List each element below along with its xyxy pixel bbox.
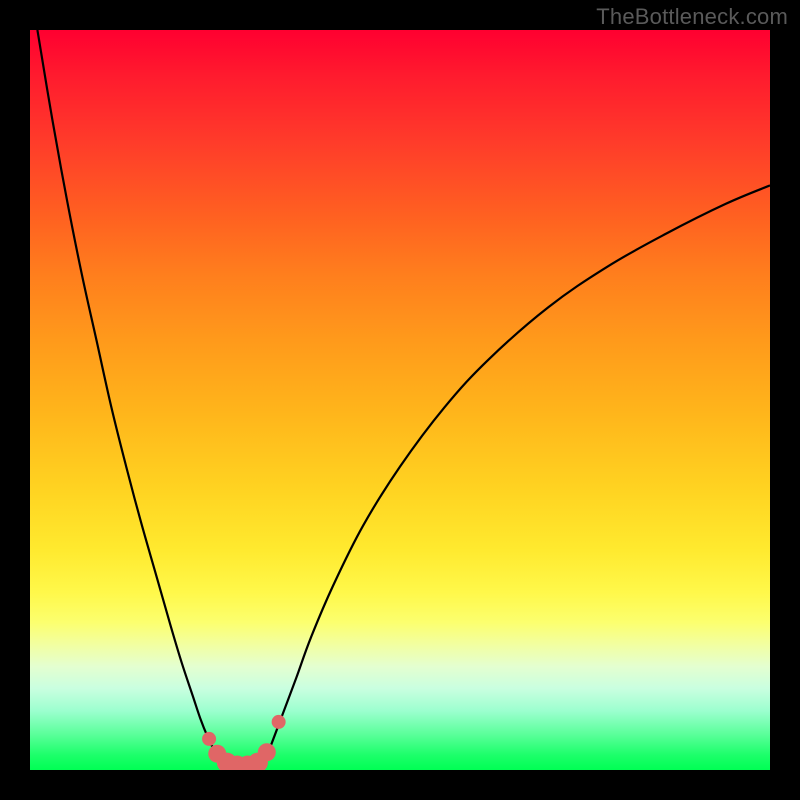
series-right-branch xyxy=(259,185,770,765)
optimal-marker xyxy=(202,732,216,746)
series-left-branch xyxy=(37,30,229,766)
optimal-marker xyxy=(272,715,286,729)
plot-area xyxy=(30,30,770,770)
optimal-marker xyxy=(258,743,276,761)
watermark-text: TheBottleneck.com xyxy=(596,4,788,30)
chart-svg xyxy=(30,30,770,770)
outer-frame: TheBottleneck.com xyxy=(0,0,800,800)
